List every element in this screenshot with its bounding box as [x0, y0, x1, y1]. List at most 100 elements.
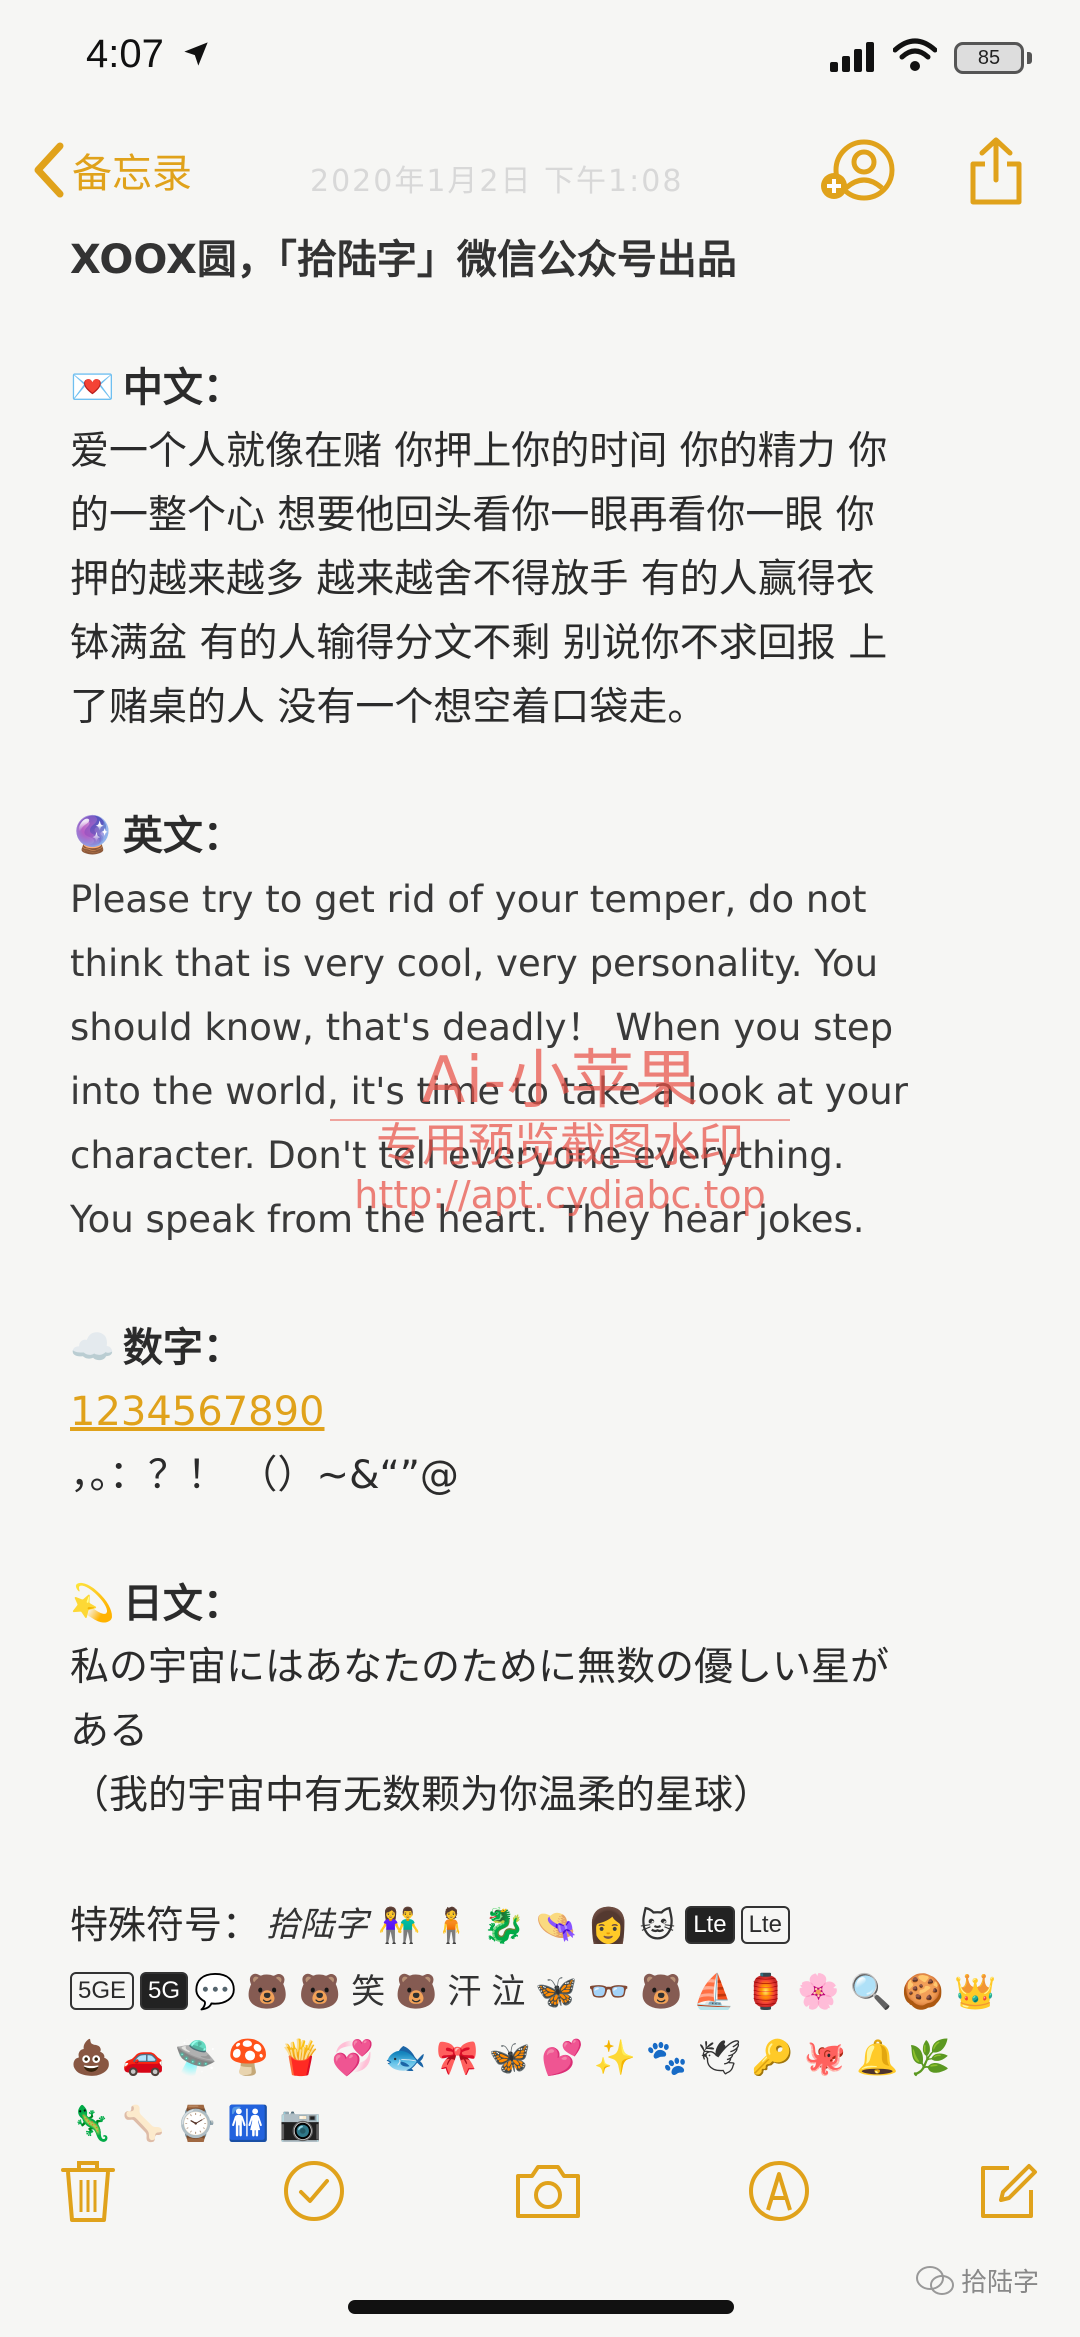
special-symbol: ⛵ [692, 1972, 735, 2012]
special-symbol: 🐟 [384, 2038, 427, 2078]
special-symbol: 🐻 [246, 1972, 289, 2012]
special-symbol: ✨ [593, 2038, 636, 2078]
5ge-badge: 5GE [70, 1972, 135, 2010]
status-time: 4:07 [86, 32, 164, 76]
special-symbols-row: 🦎 🦴 ⌚ 🚻 📷 [70, 2090, 1020, 2156]
japanese-line: 私の宇宙にはあなたのために無数の優しい星が [70, 1645, 890, 1690]
special-symbol: 🦎 [70, 2104, 113, 2144]
bottom-toolbar [0, 2150, 1080, 2250]
special-symbol: 👓 [587, 1972, 631, 2012]
special-symbol: 🌿 [908, 2038, 951, 2078]
wechat-icon [916, 2265, 954, 2295]
note-title: XOOX圆，「拾陆字」微信公众号出品 [70, 237, 737, 283]
special-symbol: 👫 [378, 1906, 421, 1946]
special-symbol: 🎀 [436, 2038, 479, 2078]
english-line: Please try to get rid of your temper, do… [70, 878, 867, 921]
row2-symbols: 💬 🐻 🐻 笑 🐻 汗泣 🦋 👓 🐻 ⛵ 🏮 🌸 🔍 🍪 👑 [194, 1958, 1006, 2024]
punctuation-line: ，。：？！ （）~&“”@ [70, 1453, 459, 1498]
special-symbol: 💬 [194, 1972, 237, 2012]
compose-icon[interactable] [975, 2158, 1041, 2224]
crystal-ball-icon: 🔮 [70, 815, 115, 856]
back-label: 备忘录 [72, 151, 192, 197]
wechat-label: 拾陆字 [961, 2268, 1040, 2298]
special-symbol: 👑 [954, 1972, 997, 2012]
section-heading-chinese: 💌 中文： [70, 356, 1020, 420]
special-symbol: 笑 [351, 1972, 386, 2012]
special-symbol: 🦋 [488, 2038, 532, 2078]
special-symbol: 💕 [541, 2038, 584, 2078]
special-symbol: 🐻 [640, 1972, 683, 2012]
dizzy-star-icon: 💫 [70, 1583, 115, 1624]
special-symbols-row: 5GE 5G 💬 🐻 🐻 笑 🐻 汗泣 🦋 👓 🐻 ⛵ 🏮 🌸 🔍 🍪 👑 [70, 1958, 1020, 2024]
special-symbols-row: 💩 🚗 🛸 🍄 🍟 💞 🐟 🎀 🦋 💕 ✨ 🐾 🕊 🔑 🐙 🔔 🌿 [70, 2024, 1020, 2090]
special-symbol: 🔍 [849, 1972, 892, 2012]
row4-symbols: 🦎 🦴 ⌚ 🚻 📷 [70, 2090, 332, 2156]
wechat-source-mark: 拾陆字 [915, 2262, 1039, 2299]
english-line: character. Don't tell everyone everythin… [70, 1134, 845, 1177]
note-body[interactable]: XOOX圆，「拾陆字」微信公众号出品 💌 中文： 爱一个人就像在赌 你押上你的时… [70, 228, 1020, 2156]
special-symbol: 🍟 [279, 2038, 322, 2078]
special-symbol: 📷 [279, 2104, 322, 2144]
status-bar: 4:07 85 [0, 0, 1080, 120]
english-line: should know, that's deadly！ When you ste… [70, 1006, 894, 1049]
japanese-line: ある [70, 1709, 149, 1754]
english-line: into the world, it's time to take a look… [70, 1070, 908, 1113]
special-symbols-row: 特殊符号： 拾陆字 👫 🧍 🐉 👒 👩 🐱 Lte Lte [70, 1892, 1020, 1958]
special-symbol: 🔑 [751, 2038, 794, 2078]
wifi-icon [893, 38, 937, 71]
cellular-signal-icon [830, 42, 874, 72]
cloud-icon: ☁️ [70, 1327, 115, 1368]
chevron-left-icon [34, 142, 64, 198]
special-symbol: 💞 [331, 2038, 375, 2078]
back-button[interactable]: 备忘录 [30, 140, 192, 200]
special-symbol: 🚗 [122, 2038, 165, 2078]
special-symbol: 🍪 [901, 1972, 945, 2012]
lte-badge: Lte [740, 1906, 790, 1944]
nav-bar: 备忘录 2020年1月2日 下午1:08 [0, 130, 1080, 220]
camera-icon[interactable] [512, 2158, 584, 2224]
special-symbol: 泣 [491, 1972, 526, 2012]
markup-pen-icon[interactable] [746, 2158, 812, 2224]
note-date: 2020年1月2日 下午1:08 [310, 164, 684, 199]
trash-icon[interactable] [55, 2158, 121, 2224]
phone-number-link[interactable]: 1234567890 [70, 1380, 1020, 1444]
section-heading-japanese: 💫 日文： [70, 1572, 1020, 1636]
special-symbol: 🐾 [645, 2038, 689, 2078]
special-symbol: 🛸 [174, 2038, 218, 2078]
chinese-line: 的一整个心 想要他回头看你一眼再看你一眼 你 [70, 493, 875, 538]
row3-symbols: 💩 🚗 🛸 🍄 🍟 💞 🐟 🎀 🦋 💕 ✨ 🐾 🕊 🔑 🐙 🔔 🌿 [70, 2024, 961, 2090]
special-symbol: 💩 [70, 2038, 113, 2078]
love-letter-icon: 💌 [70, 367, 115, 408]
special-symbol: 👒 [535, 1906, 578, 1946]
share-icon[interactable] [965, 136, 1027, 206]
row1-symbols: 👫 🧍 🐉 👒 👩 🐱 [378, 1892, 685, 1958]
special-symbol: 🌸 [797, 1972, 840, 2012]
checklist-icon[interactable] [281, 2158, 347, 2224]
special-symbol: 🧍 [430, 1906, 473, 1946]
special-symbol: 🐻 [298, 1972, 342, 2012]
special-symbol: 🐱 [639, 1906, 676, 1946]
special-symbol: 🐻 [395, 1972, 438, 2012]
special-heading: 特殊符号： [70, 1903, 261, 1947]
chinese-line: 爱一个人就像在赌 你押上你的时间 你的精力 你 [70, 429, 888, 474]
location-arrow-icon [184, 42, 208, 66]
special-symbol: 🐙 [803, 2038, 846, 2078]
special-symbol: 🦴 [122, 2104, 165, 2144]
special-symbol: 🔔 [855, 2038, 899, 2078]
english-line: You speak from the heart. They hear joke… [70, 1198, 865, 1241]
5g-badge: 5G [140, 1972, 189, 2010]
add-person-icon[interactable] [820, 138, 896, 204]
special-symbol: ⌚ [174, 2104, 218, 2144]
home-indicator[interactable] [348, 2300, 734, 2314]
special-symbol: 👩 [587, 1906, 630, 1946]
chinese-line: 了赌桌的人 没有一个想空着口袋走。 [70, 685, 707, 730]
special-symbol: 🚻 [227, 2104, 270, 2144]
special-symbol: 🍄 [227, 2038, 270, 2078]
section-heading-english: 🔮 英文： [70, 804, 1020, 868]
chinese-line: 押的越来越多 越来越舍不得放手 有的人赢得衣 [70, 557, 875, 602]
special-symbol: 🦋 [535, 1972, 578, 2012]
lte-badge: Lte [685, 1906, 735, 1944]
signature-glyph: 拾陆字 [266, 1905, 369, 1945]
japanese-line: （我的宇宙中有无数颗为你温柔的星球） [70, 1773, 773, 1818]
battery-level: 85 [977, 47, 1001, 69]
